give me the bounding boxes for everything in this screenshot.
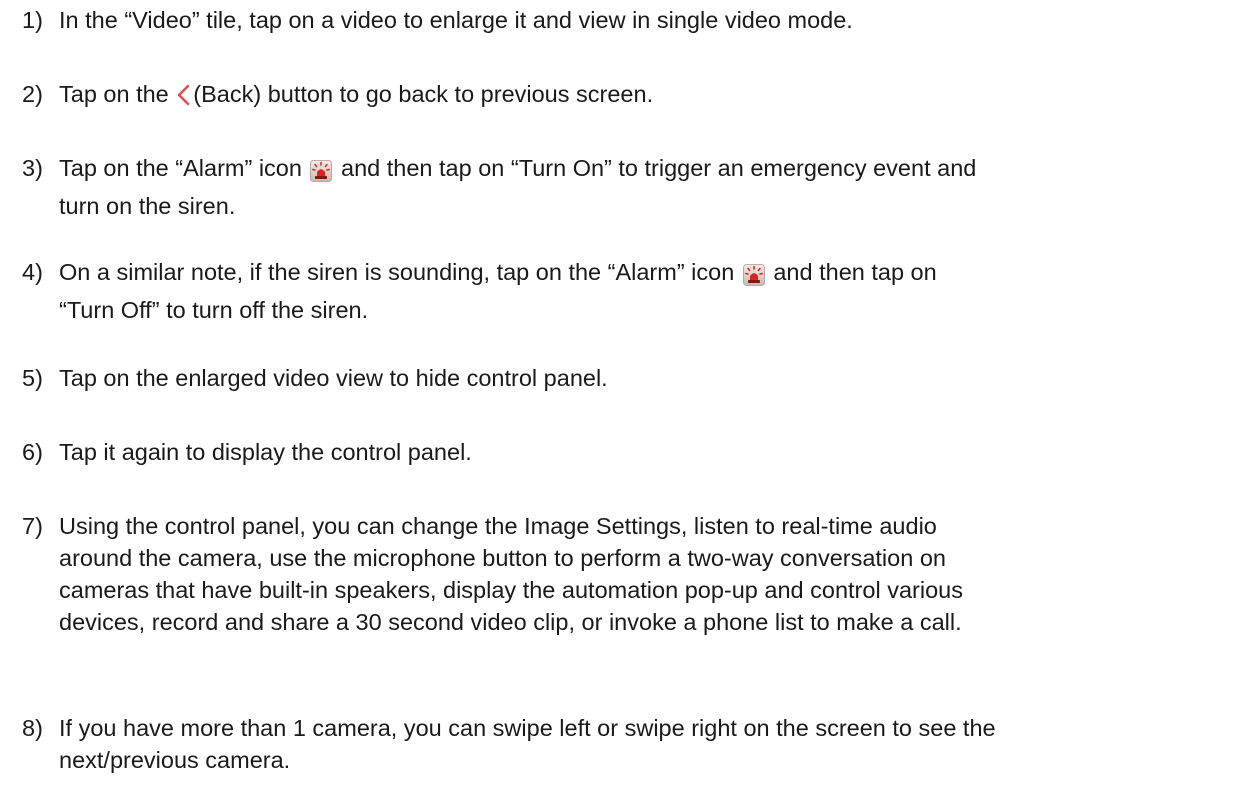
step-text-after: and then tap on <box>773 259 937 285</box>
step-text: Tap on the (Back) button to go back to p… <box>59 78 1232 114</box>
step-text: Using the control panel, you can change … <box>59 510 1232 638</box>
step-text-after: (Back) button to go back to previous scr… <box>193 81 654 107</box>
step-number: 8) <box>22 715 43 741</box>
step-text-line: around the camera, use the microphone bu… <box>59 545 946 571</box>
step-text: Tap on the “Alarm” icon and then tap on … <box>59 152 1232 222</box>
step-text-line: Using the control panel, you can change … <box>59 513 937 539</box>
step-text-before: Tap on the “Alarm” icon <box>59 155 302 181</box>
step-text-before: Tap on the <box>59 81 169 107</box>
step-text-line: next/previous camera. <box>59 747 291 773</box>
step-text-line: devices, record and share a 30 second vi… <box>59 609 962 635</box>
alarm-siren-icon <box>742 262 765 294</box>
step-text: Tap on the enlarged video view to hide c… <box>59 365 608 391</box>
step-text-continued: “Turn Off” to turn off the siren. <box>59 297 369 323</box>
step-text: On a similar note, if the siren is sound… <box>59 256 1232 326</box>
instruction-document: 1) In the “Video” tile, tap on a video t… <box>0 0 1246 807</box>
step-text: In the “Video” tile, tap on a video to e… <box>59 7 853 33</box>
step-text-line: If you have more than 1 camera, you can … <box>59 715 996 741</box>
step-number: 6) <box>22 439 43 465</box>
step-text-continued: turn on the siren. <box>59 193 236 219</box>
step-number: 5) <box>22 365 43 391</box>
step-number: 2) <box>22 81 43 107</box>
step-text-before: On a similar note, if the siren is sound… <box>59 259 735 285</box>
step-text-after: and then tap on “Turn On” to trigger an … <box>341 155 977 181</box>
alarm-siren-icon <box>310 158 333 190</box>
step-text: Tap it again to display the control pane… <box>59 439 472 465</box>
step-number: 4) <box>22 259 43 285</box>
step-number: 3) <box>22 155 43 181</box>
step-text: If you have more than 1 camera, you can … <box>59 712 1232 776</box>
step-number: 1) <box>22 7 43 33</box>
step-number: 7) <box>22 513 43 539</box>
step-text-line: cameras that have built-in speakers, dis… <box>59 577 963 603</box>
back-chevron-icon <box>176 82 190 114</box>
